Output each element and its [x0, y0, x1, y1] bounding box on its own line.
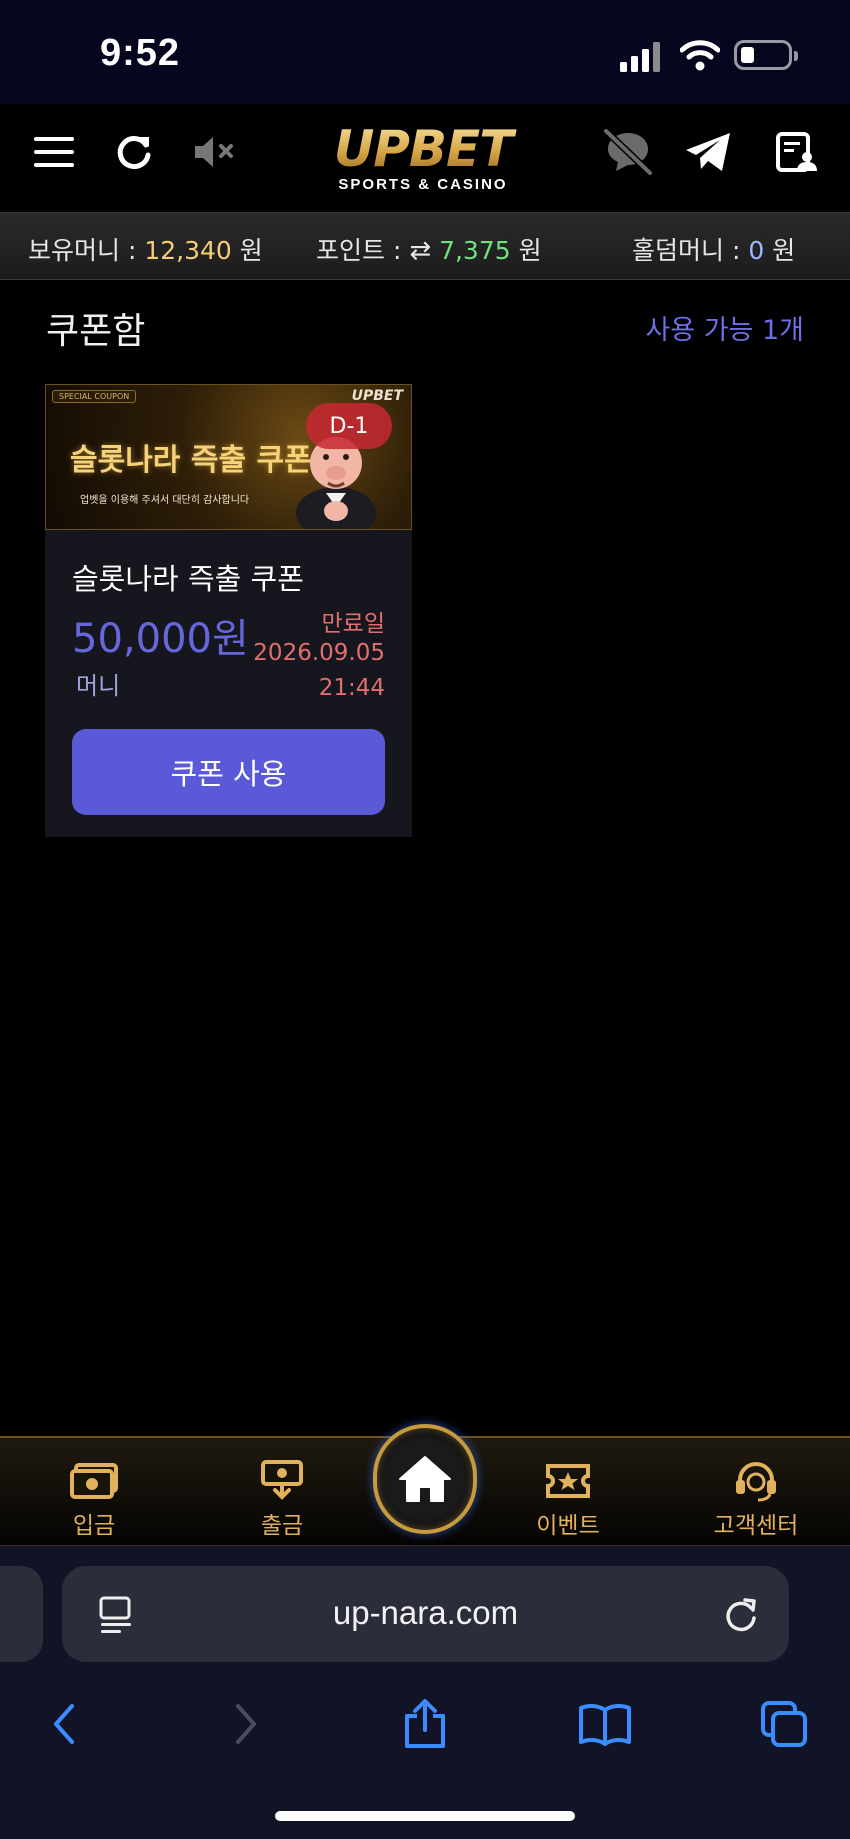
banner-title: 슬롯나라 즉출 쿠폰: [70, 443, 312, 478]
back-icon[interactable]: [34, 1694, 94, 1754]
url-text: up-nara.com: [332, 1594, 519, 1631]
nav-deposit[interactable]: 입금: [34, 1460, 154, 1540]
reload-icon[interactable]: [723, 1596, 759, 1634]
profile-icon[interactable]: [768, 124, 824, 180]
deposit-icon: [34, 1460, 154, 1502]
refresh-icon[interactable]: [106, 124, 162, 180]
ticket-star-icon: [508, 1460, 628, 1502]
available-count: 사용 가능 1개: [645, 315, 804, 346]
withdraw-icon: [222, 1460, 342, 1502]
expiry-time: 21:44: [318, 675, 385, 701]
coupon-card: SPECIAL COUPON UPBET 슬롯나라 즉출 쿠폰 업벳을 이용해 …: [45, 384, 412, 837]
cellular-signal-icon: [620, 42, 660, 72]
home-indicator: [275, 1811, 575, 1821]
nav-event[interactable]: 이벤트: [508, 1460, 628, 1540]
nav-support[interactable]: 고객센터: [696, 1460, 816, 1540]
coupon-banner-image: SPECIAL COUPON UPBET 슬롯나라 즉출 쿠폰 업벳을 이용해 …: [45, 384, 412, 530]
telegram-icon[interactable]: [680, 124, 736, 180]
balance-bar: 보유머니 : 12,340 원 포인트 : ⇄ 7,375 원 홀덤머니 : 0…: [0, 212, 850, 280]
previous-tab[interactable]: [0, 1566, 43, 1662]
app-header: UPBET SPORTS & CASINO: [0, 104, 850, 212]
home-button[interactable]: [373, 1424, 477, 1534]
nav-withdraw[interactable]: 출금: [222, 1460, 342, 1540]
exchange-icon[interactable]: ⇄: [409, 236, 431, 266]
headset-icon: [696, 1460, 816, 1502]
coupon-name: 슬롯나라 즉출 쿠폰: [72, 562, 304, 596]
browser-toolbar: up-nara.com: [0, 1546, 850, 1839]
money-balance: 보유머니 : 12,340 원: [28, 236, 263, 265]
menu-icon[interactable]: [26, 124, 82, 180]
home-icon: [399, 1456, 451, 1502]
page-title: 쿠폰함: [46, 311, 146, 352]
coupon-amount: 50,000원: [72, 616, 249, 662]
point-balance[interactable]: 포인트 : ⇄ 7,375 원: [316, 231, 542, 267]
mute-icon[interactable]: [190, 124, 246, 180]
status-time: 9:52: [100, 32, 181, 74]
chat-off-icon[interactable]: [600, 124, 656, 180]
special-coupon-badge: SPECIAL COUPON: [52, 390, 137, 403]
d-day-badge: D-1: [306, 403, 392, 449]
banner-logo: UPBET: [351, 388, 403, 404]
forward-icon[interactable]: [216, 1694, 276, 1754]
holdem-balance: 홀덤머니 : 0 원: [632, 236, 796, 265]
bookmarks-icon[interactable]: [575, 1694, 635, 1754]
upbet-logo[interactable]: UPBET SPORTS & CASINO: [298, 122, 548, 200]
address-bar[interactable]: up-nara.com: [62, 1566, 789, 1662]
share-icon[interactable]: [395, 1694, 455, 1754]
use-coupon-button[interactable]: 쿠폰 사용: [72, 729, 385, 815]
wifi-icon: [680, 40, 720, 71]
expiry-label: 만료일: [321, 611, 385, 637]
expiry-date: 2026.09.05: [253, 640, 385, 666]
status-bar: 9:52: [0, 0, 850, 104]
banner-subtitle: 업벳을 이용해 주셔서 대단히 감사합니다: [80, 495, 250, 506]
battery-icon: [734, 40, 798, 70]
coupon-type: 머니: [76, 672, 121, 700]
tabs-icon[interactable]: [754, 1694, 814, 1754]
